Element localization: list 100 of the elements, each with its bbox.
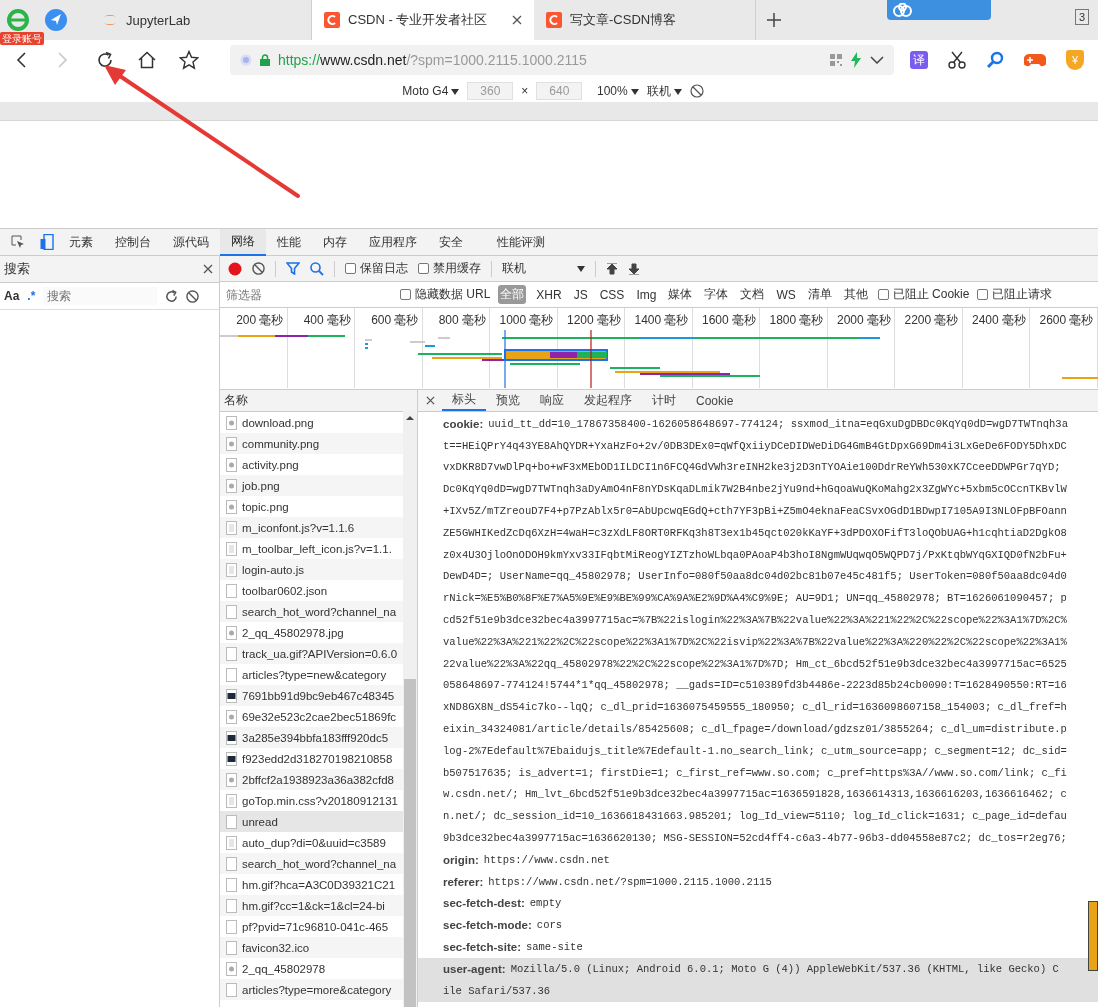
translate-button[interactable]: 译 [910, 51, 928, 69]
script-file-icon [226, 793, 237, 808]
login-badge[interactable]: 登录账号 [0, 32, 44, 45]
header-value: cors [536, 919, 563, 932]
request-row[interactable]: unread [220, 811, 404, 832]
detail-tab[interactable]: 标头 [442, 390, 486, 411]
type-filter[interactable]: 媒体 [666, 285, 695, 304]
type-filter[interactable]: WS [774, 286, 798, 303]
request-row[interactable]: favicon32.ico [220, 937, 404, 958]
detail-tab[interactable]: 计时 [642, 390, 686, 411]
devtools-tab[interactable]: 源代码 [162, 228, 220, 256]
throttling-select[interactable]: 联机 [502, 260, 585, 277]
request-row[interactable]: hm.gif?cc=1&ck=1&cl=24-bi [220, 895, 404, 916]
inspect-icon[interactable] [11, 235, 25, 249]
time-tick: 1800 毫秒 [769, 313, 824, 327]
request-row[interactable]: community.png [220, 433, 404, 454]
devtools-tab[interactable]: 应用程序 [358, 228, 428, 256]
devtools-tab[interactable]: 内存 [312, 228, 358, 256]
panel-title: 搜索 [4, 260, 30, 278]
detail-tab[interactable]: 预览 [486, 390, 530, 411]
scrollbar-thumb[interactable] [1088, 901, 1098, 971]
search-field[interactable]: 搜索 [43, 287, 158, 305]
match-case-toggle[interactable]: Aa [4, 289, 20, 303]
caret-icon[interactable] [451, 89, 460, 95]
column-header[interactable]: 名称 [224, 392, 248, 409]
request-row[interactable]: articles?type=more&category [220, 979, 404, 1000]
request-row[interactable]: login-auto.js [220, 559, 404, 580]
throttling-select[interactable]: 联机 [646, 82, 682, 100]
zoom-select[interactable]: 100% [590, 84, 639, 98]
close-icon[interactable] [425, 396, 435, 405]
checkbox[interactable] [418, 263, 429, 274]
devtools-tab[interactable]: 元素 [58, 228, 104, 256]
scissors-icon[interactable] [948, 51, 966, 69]
request-row[interactable]: 7691bb91d9bc9eb467c48345 [220, 685, 404, 706]
type-filter[interactable]: 清单 [805, 285, 834, 304]
gamepad-icon[interactable] [1024, 52, 1046, 68]
checkbox[interactable] [345, 263, 356, 274]
request-row[interactable]: search_hot_word?channel_na [220, 601, 404, 622]
header-name: origin: [443, 853, 479, 866]
header-value: DewD4D=; UserName=qq_45802978; UserInfo=080f50aa8dc04d02bc81b07e45c481f5; UserToken=080f50aa8dc04d0 [443, 570, 1067, 583]
device-select[interactable]: Moto G4 [402, 84, 460, 98]
address-bar[interactable]: https://www.csdn.net/?spm=1000.2115.1000.2115 [230, 45, 894, 75]
device-toggle-icon[interactable] [40, 234, 54, 250]
type-filter[interactable]: Img [634, 286, 659, 303]
clear-icon[interactable] [186, 289, 200, 303]
request-row[interactable]: m_iconfont.js?v=1.1.6 [220, 517, 404, 538]
devtools-tab[interactable]: 控制台 [104, 228, 162, 256]
header-name: sec-fetch-mode: [443, 919, 532, 932]
back-icon[interactable] [16, 52, 26, 68]
thumbnail-icon [226, 730, 237, 745]
script-file-icon [226, 562, 237, 577]
header-value: log-2%7Edefault%7Ebaidujs_title%7Edefault-1.no_search_link; c_utm_source=app; c_segment=12; dc_sid= [443, 744, 1067, 757]
caret-icon[interactable] [870, 56, 884, 64]
devtools-tab[interactable]: 性能 [266, 228, 312, 256]
type-filter[interactable]: CSS [597, 286, 627, 303]
detail-tab[interactable]: 发起程序 [574, 390, 642, 411]
request-row[interactable]: 3a285e394bbfa183fff920dc5 [220, 727, 404, 748]
devtools-tab[interactable]: 安全 [428, 228, 474, 256]
new-tab-icon[interactable] [767, 13, 781, 27]
caret-icon[interactable] [673, 88, 682, 95]
time-tick: 2600 毫秒 [1039, 313, 1094, 327]
search-icon[interactable] [986, 51, 1004, 69]
detail-tab[interactable]: 响应 [530, 390, 574, 411]
type-filter[interactable]: 字体 [702, 285, 731, 304]
refresh-icon[interactable] [165, 289, 179, 303]
filter-icon[interactable] [286, 262, 300, 275]
detail-tab[interactable]: Cookie [686, 390, 744, 411]
type-filter[interactable]: 其他 [841, 285, 870, 304]
scrollbar-thumb[interactable] [404, 679, 416, 1007]
compass-icon[interactable] [44, 8, 68, 32]
download-icon[interactable] [628, 262, 640, 275]
request-row[interactable]: search_hot_word?channel_na [220, 853, 404, 874]
request-row[interactable]: job.png [220, 475, 404, 496]
checkbox[interactable] [877, 289, 889, 300]
search-icon[interactable] [310, 261, 324, 276]
close-icon[interactable] [512, 15, 522, 25]
close-icon[interactable] [203, 264, 213, 274]
checkbox[interactable] [977, 289, 989, 300]
home-icon[interactable] [138, 51, 156, 69]
checkbox[interactable] [400, 289, 411, 300]
upload-icon[interactable] [606, 262, 618, 275]
reload-icon[interactable] [96, 51, 114, 69]
tab-count[interactable]: 3 [1075, 9, 1090, 25]
header-name: referer: [443, 875, 484, 888]
devtools-tab[interactable]: 网络 [220, 228, 266, 256]
cloud-button[interactable] [887, 0, 991, 20]
rotate-icon[interactable] [689, 84, 704, 98]
star-icon[interactable] [179, 50, 199, 70]
type-filter[interactable]: JS [571, 286, 590, 303]
devtools-tab[interactable]: 性能评测 [486, 228, 556, 256]
caret-icon[interactable] [630, 89, 639, 95]
regex-toggle[interactable]: .* [27, 289, 36, 303]
clear-icon[interactable] [252, 262, 265, 275]
record-icon[interactable] [228, 261, 242, 276]
request-row[interactable]: 2bffcf2a1938923a36a382cfd8 [220, 769, 404, 790]
browser-tab[interactable]: CSDN - 专业开发者社区 [312, 0, 534, 40]
type-filter[interactable]: 文档 [738, 285, 767, 304]
request-row[interactable]: track_ua.gif?APIVersion=0.6.0 [220, 643, 404, 664]
caret-icon[interactable] [577, 265, 585, 272]
type-filter[interactable]: XHR [534, 286, 564, 303]
